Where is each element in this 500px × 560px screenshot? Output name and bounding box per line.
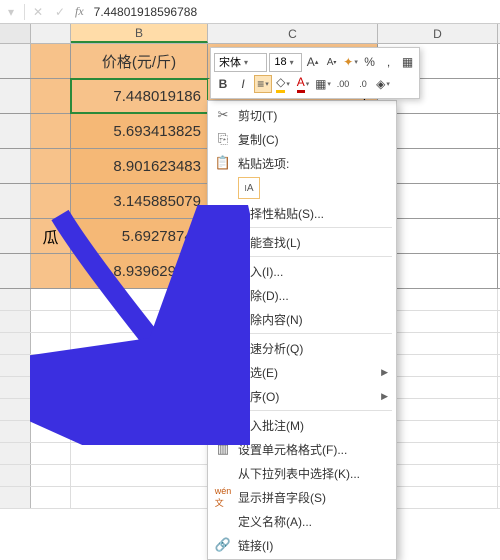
font-size-label: 18: [274, 56, 286, 68]
row-number[interactable]: [0, 149, 31, 183]
menu-quick-analysis[interactable]: ▤快速分析(Q): [208, 336, 396, 360]
formula-value[interactable]: 7.44801918596788: [88, 5, 197, 19]
cell[interactable]: 瓜: [31, 219, 71, 253]
format-icon: ▥: [212, 439, 234, 459]
cell[interactable]: [31, 149, 71, 183]
paste-values-button[interactable]: IA: [238, 177, 260, 199]
menu-hyperlink[interactable]: 🔗链接(I): [208, 533, 396, 557]
cell[interactable]: 3.145885079: [71, 184, 208, 218]
select-all-corner[interactable]: [0, 24, 31, 43]
search-icon: 🔍: [212, 232, 234, 252]
comma-button[interactable]: ,: [380, 53, 397, 71]
menu-delete[interactable]: 删除(D)...: [208, 283, 396, 307]
menu-show-pinyin[interactable]: wén文显示拼音字段(S): [208, 485, 396, 509]
cell[interactable]: 5.693413825: [71, 114, 208, 148]
formula-bar: ▾ ✕ ✓ fx 7.44801918596788: [0, 0, 500, 24]
chevron-right-icon: ▶: [381, 367, 388, 378]
pinyin-icon: wén文: [212, 487, 234, 507]
cell[interactable]: 8.939629854: [71, 254, 208, 288]
cancel-icon: ✕: [27, 1, 49, 23]
menu-format-cells[interactable]: ▥设置单元格格式(F)...: [208, 437, 396, 461]
cell[interactable]: [31, 114, 71, 148]
row-number[interactable]: [0, 184, 31, 218]
confirm-icon: ✓: [49, 1, 71, 23]
decrease-font-button[interactable]: A▾: [323, 53, 340, 71]
menu-define-name[interactable]: 定义名称(A)...: [208, 509, 396, 533]
row-number[interactable]: [0, 44, 31, 78]
copy-icon: ⎘: [212, 129, 234, 149]
col-header-B[interactable]: B: [71, 24, 208, 43]
percent-button[interactable]: %: [361, 53, 378, 71]
font-size-selector[interactable]: 18 ▾: [269, 53, 302, 72]
decimal-dec-button[interactable]: .0: [354, 75, 372, 93]
mini-toolbar: 宋体▾ 18▾ A▴ A▾ ✦▾ % , ▦ B I ≡▾ ◇▾ A▾ ▦▾ .…: [210, 47, 420, 99]
border-button[interactable]: ▦▾: [314, 75, 332, 93]
menu-filter[interactable]: 筛选(E)▶: [208, 360, 396, 384]
menu-separator: [236, 410, 392, 411]
menu-sort[interactable]: 排序(O)▶: [208, 384, 396, 408]
context-menu: ✂剪切(T) ⎘复制(C) 📋粘贴选项: IA 选择性粘贴(S)... 🔍智能查…: [207, 100, 397, 560]
fx-icon[interactable]: fx: [75, 4, 84, 19]
chevron-down-icon: ▾: [244, 58, 248, 67]
paste-option-row: IA: [208, 175, 396, 201]
link-icon: 🔗: [212, 535, 234, 555]
menu-cut[interactable]: ✂剪切(T): [208, 103, 396, 127]
active-cell[interactable]: 7.448019186: [71, 79, 208, 113]
col-header-A[interactable]: [31, 24, 71, 43]
cell[interactable]: [31, 44, 71, 78]
header-cell-price[interactable]: 价格(元/斤): [71, 44, 208, 78]
name-box-dropdown[interactable]: ▾: [0, 1, 22, 23]
menu-separator: [236, 227, 392, 228]
menu-copy[interactable]: ⎘复制(C): [208, 127, 396, 151]
fill-color-button[interactable]: ◇▾: [274, 75, 292, 93]
increase-font-button[interactable]: A▴: [304, 53, 321, 71]
menu-insert[interactable]: 插入(I)...: [208, 259, 396, 283]
column-headers: B C D: [0, 24, 500, 44]
comment-icon: ✉: [212, 415, 234, 435]
menu-insert-comment[interactable]: ✉插入批注(M): [208, 413, 396, 437]
clipboard-icon: 📋: [212, 153, 234, 173]
italic-button[interactable]: I: [234, 75, 252, 93]
cell[interactable]: [31, 184, 71, 218]
cell[interactable]: [31, 79, 71, 113]
analysis-icon: ▤: [212, 338, 234, 358]
menu-smart-find[interactable]: 🔍智能查找(L): [208, 230, 396, 254]
bold-button[interactable]: B: [214, 75, 232, 93]
col-header-C[interactable]: C: [208, 24, 378, 43]
col-header-D[interactable]: D: [378, 24, 498, 43]
row-number[interactable]: [0, 114, 31, 148]
styles-button[interactable]: ◈▾: [374, 75, 392, 93]
menu-paste-special[interactable]: 选择性粘贴(S)...: [208, 201, 396, 225]
cell[interactable]: 8.901623483: [71, 149, 208, 183]
decimal-inc-button[interactable]: .00: [334, 75, 352, 93]
font-selector[interactable]: 宋体▾: [214, 53, 267, 72]
font-color-button[interactable]: A▾: [294, 75, 312, 93]
menu-clear[interactable]: 清除内容(N): [208, 307, 396, 331]
chevron-right-icon: ▶: [381, 391, 388, 402]
row-number[interactable]: [0, 79, 31, 113]
font-name-label: 宋体: [219, 54, 241, 70]
align-button[interactable]: ≡▾: [254, 75, 272, 93]
menu-separator: [236, 333, 392, 334]
row-number[interactable]: [0, 219, 31, 253]
format-painter-button[interactable]: ✦▾: [342, 53, 359, 71]
divider: [24, 4, 25, 20]
row-number[interactable]: [0, 254, 31, 288]
chevron-down-icon: ▾: [290, 58, 294, 67]
scissors-icon: ✂: [212, 105, 234, 125]
menu-separator: [236, 256, 392, 257]
merge-button[interactable]: ▦: [399, 53, 416, 71]
menu-paste-options: 📋粘贴选项:: [208, 151, 396, 175]
cell[interactable]: [31, 254, 71, 288]
cell[interactable]: 5.69278743: [71, 219, 208, 253]
menu-pick-list[interactable]: 从下拉列表中选择(K)...: [208, 461, 396, 485]
